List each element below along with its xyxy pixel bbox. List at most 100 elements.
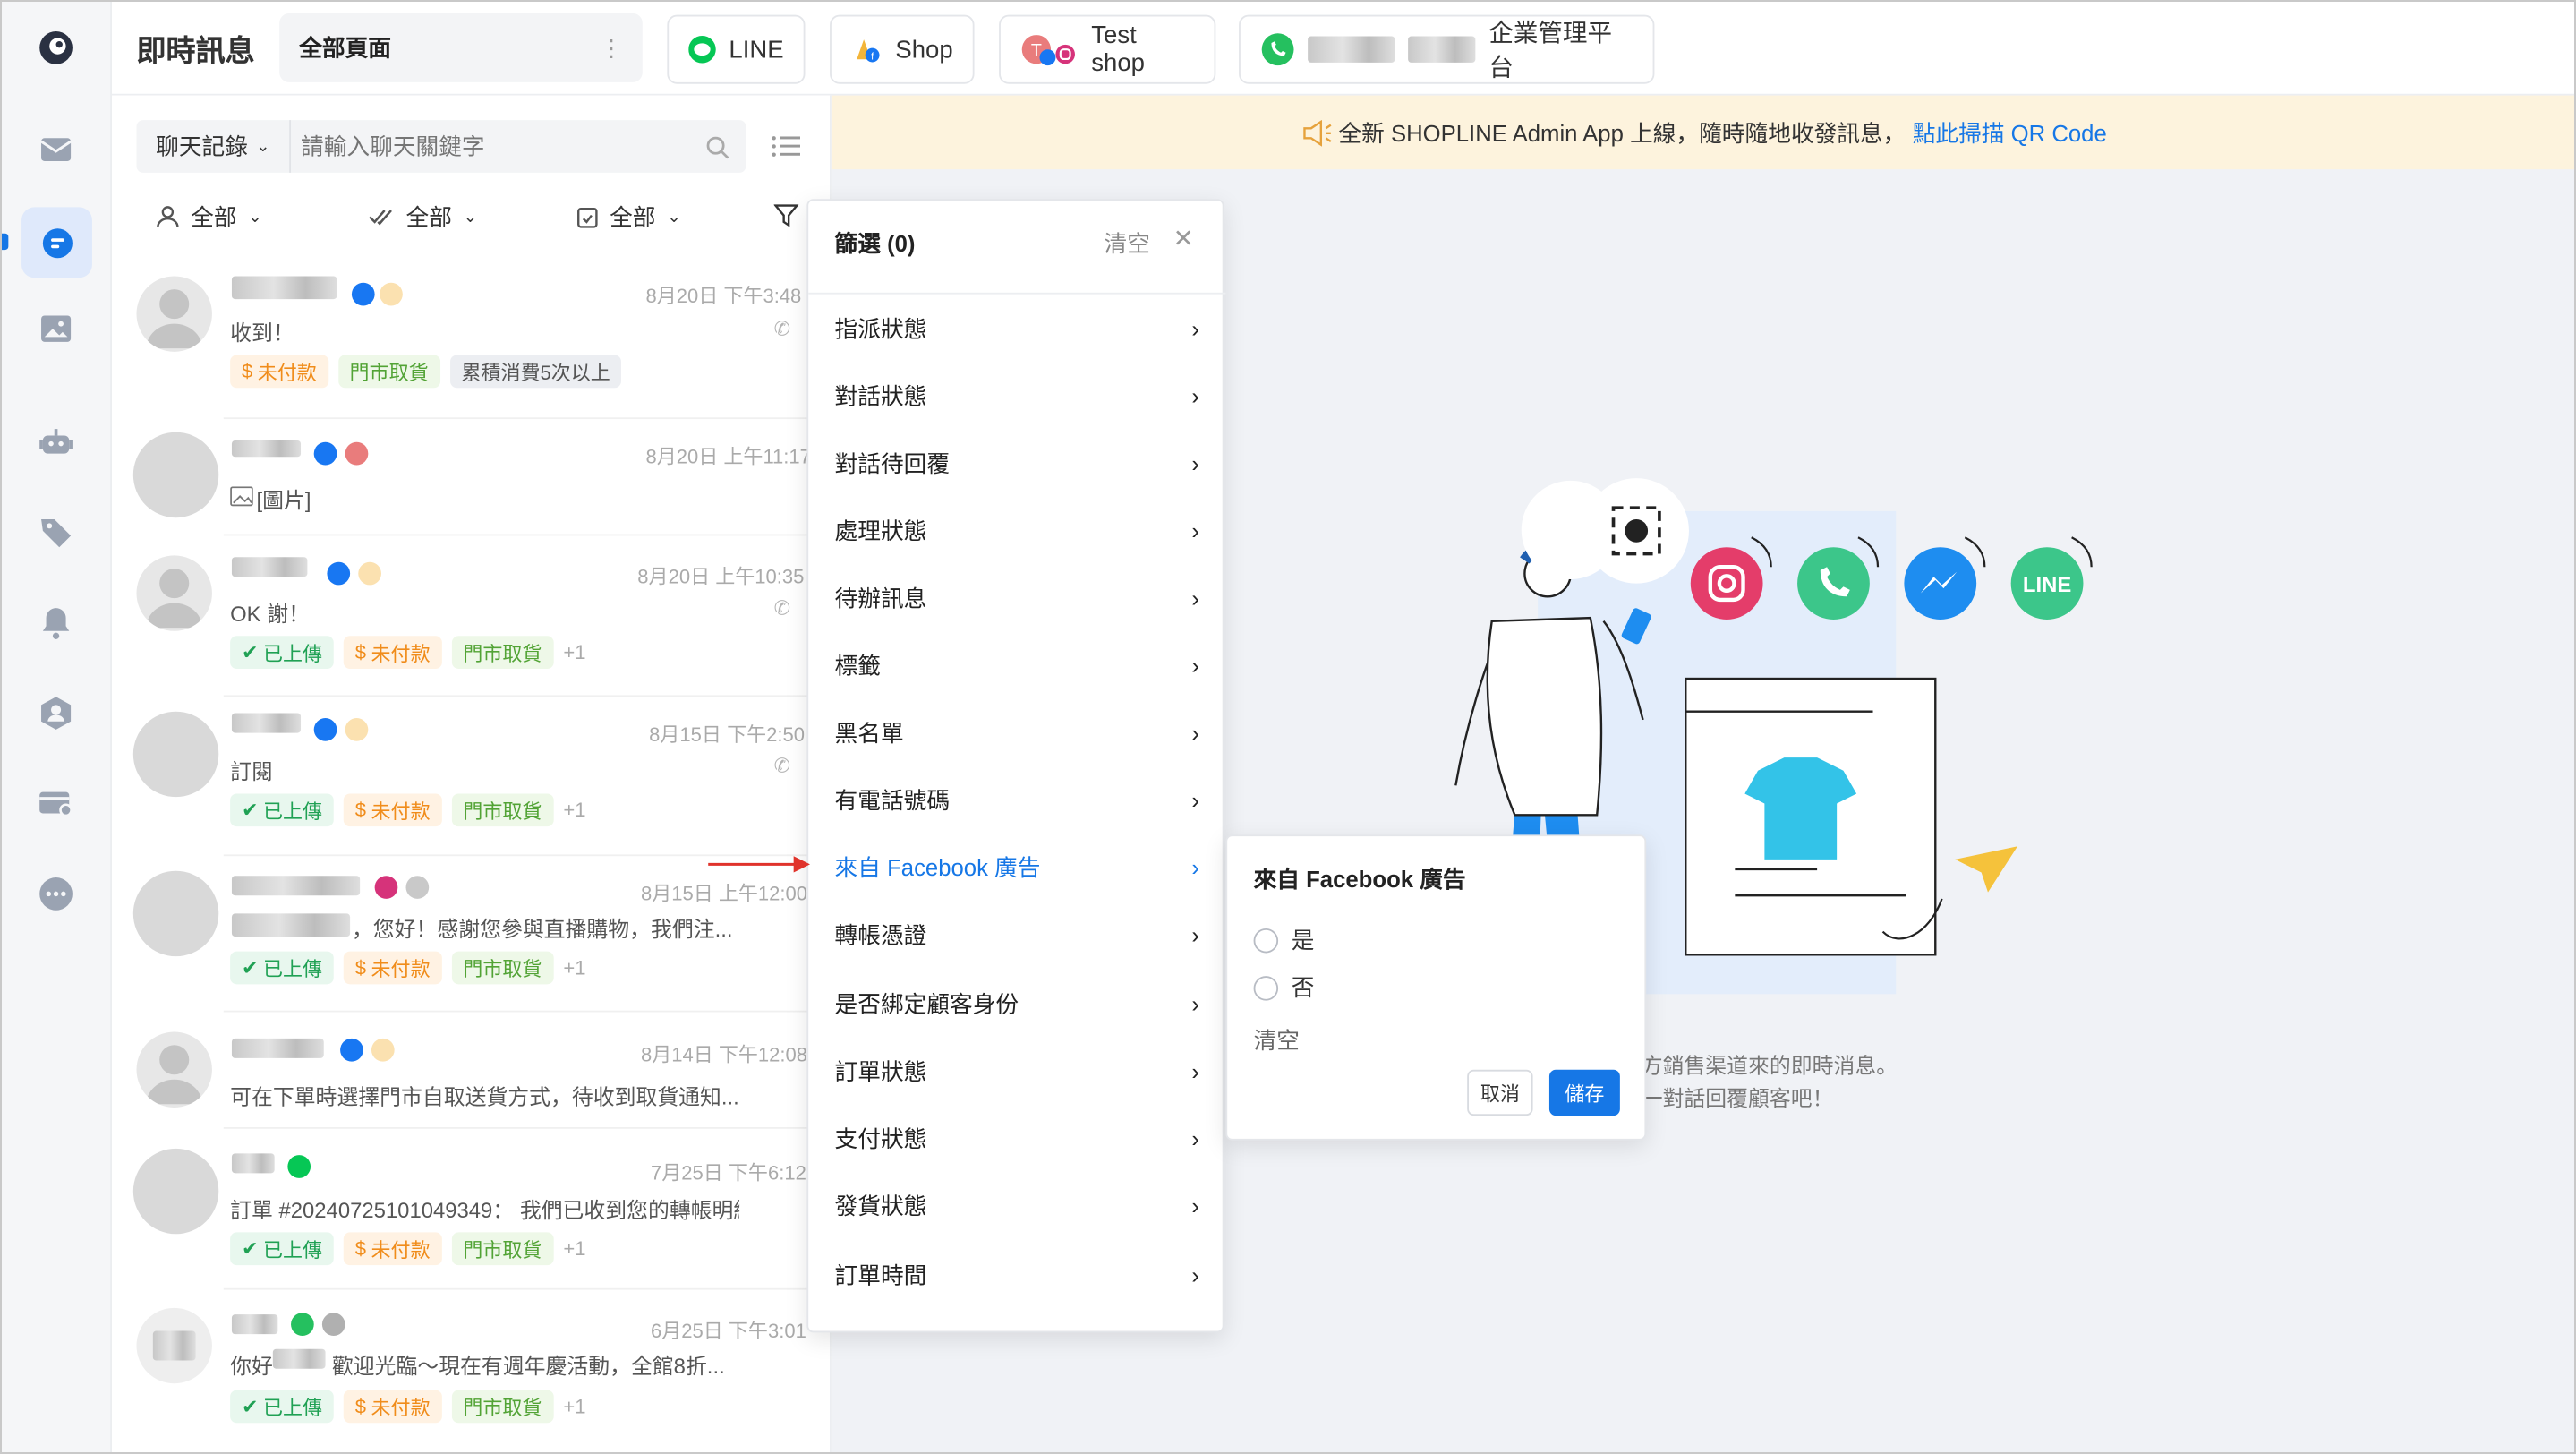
search-input[interactable] [301,126,695,167]
filter-item-assign-status[interactable]: 指派狀態 › [808,295,1225,362]
conversation-item[interactable]: 8月20日 下午3:48 收到！ ✆ $ 未付款 門市取貨 累積消費5次以上 [112,260,830,417]
tag-list: ✔ 已上傳 $ 未付款 門市取貨 +1 [230,793,586,827]
chevron-down-icon: ⌄ [256,137,270,156]
facebook-icon [327,561,351,586]
bell-icon[interactable] [28,594,83,650]
radio-yes[interactable] [1253,928,1279,953]
robot-icon[interactable] [28,415,83,470]
filter-funnel-icon[interactable] [773,204,799,229]
banner-qr-link[interactable]: 點此掃描 QR Code [1913,116,2107,150]
option-no[interactable]: 否 [1253,971,1314,1005]
channel-tab-test-shop[interactable]: T Test shop [999,14,1216,84]
cancel-button[interactable]: 取消 [1467,1069,1533,1116]
conversation-preview: 訂閱 [230,758,273,784]
empty-state-text-2: 一對話回覆顧客吧！ [1641,1086,1834,1111]
user-icon [157,206,179,227]
tag-uploaded: ✔ 已上傳 [230,951,334,985]
red-arrow-annotation [708,856,811,873]
more-tags-count: +1 [563,640,586,664]
conversation-preview: 歡迎光臨～現在有週年慶活動，全館8折... [331,1354,725,1379]
inbox-icon[interactable] [28,122,83,177]
conversation-time: 8月15日 上午12:00 [640,882,808,906]
avatar [136,1307,212,1384]
more-tags-count: +1 [563,1236,586,1261]
shop-icon [358,561,381,586]
chevron-down-icon: ⌄ [463,208,478,227]
filter-item-awaiting-reply[interactable]: 對話待回覆 › [808,429,1225,496]
redacted-customer-name [231,440,302,458]
tag-list: ✔ 已上傳 $ 未付款 門市取貨 +1 [230,636,586,670]
conversation-item[interactable]: 8月20日 上午10:35 OK 謝！ ✆ ✔ 已上傳 $ 未付款 門市取貨 +… [112,539,830,697]
avatar [132,870,219,957]
channel-tab-whatsapp[interactable]: 企業管理平台 [1239,14,1655,84]
filter-item-facebook-ads[interactable]: 來自 Facebook 廣告 › [808,834,1225,901]
image-icon [230,486,253,507]
conversation-item[interactable]: 6月25日 下午3:01 你好 歡迎光臨～現在有週年慶活動，全館8折... ✔ … [112,1291,830,1449]
status-filter[interactable]: 全部 ⌄ [576,201,681,234]
active-indicator [2,233,9,251]
filter-item-order-time[interactable]: 訂單時間 › [808,1241,1225,1308]
read-status-filter[interactable]: 全部 ⌄ [368,201,477,234]
conversation-preview: [圖片] [256,488,311,513]
more-tags-count: +1 [563,1395,586,1418]
test-shop-icon [345,441,369,466]
search-scope-dropdown[interactable]: 聊天記錄 ⌄ [137,120,292,173]
conversation-time: 6月25日 下午3:01 [650,1319,806,1343]
chevron-down-icon: ⌄ [248,208,262,227]
option-yes[interactable]: 是 [1253,923,1314,956]
conversation-item[interactable]: 8月15日 下午2:50 訂閱 ✆ ✔ 已上傳 $ 未付款 門市取貨 +1 [112,697,830,854]
tag-unpaid: $ 未付款 [230,355,328,389]
filter-item-payment-status[interactable]: 支付狀態 › [808,1104,1225,1171]
filter-item-has-phone[interactable]: 有電話號碼 › [808,765,1225,833]
filter-title: 篩選 (0) [834,230,916,257]
filter-item-shipping-status[interactable]: 發貨狀態 › [808,1172,1225,1239]
facebook-icon [313,441,337,466]
filter-item-handling-status[interactable]: 處理狀態 › [808,496,1225,563]
tag-unpaid: $ 未付款 [343,793,442,827]
search-icon[interactable] [705,135,730,160]
more-tags-count: +1 [563,798,586,822]
channel-tab-label: Shop [895,35,953,64]
assignee-filter-label: 全部 [191,203,237,231]
redacted-customer-name [231,713,302,733]
tag-unpaid: $ 未付款 [343,636,442,670]
filter-item-transfer-proof[interactable]: 轉帳憑證 › [808,901,1225,968]
filter-item-order-status[interactable]: 訂單狀態 › [808,1037,1225,1104]
image-gallery-icon[interactable] [28,301,83,356]
chevron-right-icon: › [1191,1125,1200,1151]
filter-item-tags[interactable]: 標籤 › [808,631,1225,698]
tags-icon[interactable] [28,505,83,560]
chat-icon[interactable] [21,207,92,278]
list-view-icon[interactable] [771,133,801,159]
facebook-icon [313,718,337,741]
more-icon[interactable] [28,866,83,921]
submenu-clear-button[interactable]: 清空 [1254,1023,1300,1056]
conversation-item[interactable]: 7月25日 下午6:12 訂單 #20240725101049349： 我們已收… [112,1133,830,1291]
filter-item-blacklist[interactable]: 黑名單 › [808,698,1225,765]
chevron-right-icon: › [1191,449,1200,476]
page-selector[interactable]: 全部頁面 ⋮ [279,13,643,82]
save-button[interactable]: 儲存 [1548,1069,1620,1116]
redacted-customer-name [231,1153,275,1174]
redacted-customer-name [231,276,337,300]
filter-item-todo[interactable]: 待辦訊息 › [808,564,1225,631]
app-window: 即時訊息 全部頁面 ⋮ LINE f Shop T Test shop 企業管理… [0,0,2576,1454]
settings-card-icon[interactable] [28,775,83,831]
customer-service-icon[interactable] [28,685,83,740]
redacted-customer-name [272,1348,326,1369]
channel-tab-shop[interactable]: f Shop [830,14,975,84]
channel-tab-line[interactable]: LINE [667,14,806,84]
close-icon[interactable]: ✕ [1173,224,1194,253]
radio-no[interactable] [1253,975,1279,1000]
filter-clear-button[interactable]: 清空 [1105,227,1150,260]
filter-item-conversation-status[interactable]: 對話狀態 › [808,362,1225,429]
kebab-menu-icon[interactable]: ⋮ [600,34,623,62]
chevron-right-icon: › [1191,584,1200,611]
chevron-right-icon: › [1191,1192,1200,1219]
filter-item-customer-binding[interactable]: 是否綁定顧客身份 › [808,970,1225,1037]
conversation-item[interactable]: 8月15日 上午12:00 ，您好！感謝您參與直播購物，我們注... ✔ 已上傳… [112,856,830,1014]
search-scope-label: 聊天記錄 [156,133,248,160]
app-logo-icon[interactable] [28,20,83,75]
tag-unpaid: $ 未付款 [343,951,442,985]
assignee-filter[interactable]: 全部 ⌄ [157,201,262,234]
